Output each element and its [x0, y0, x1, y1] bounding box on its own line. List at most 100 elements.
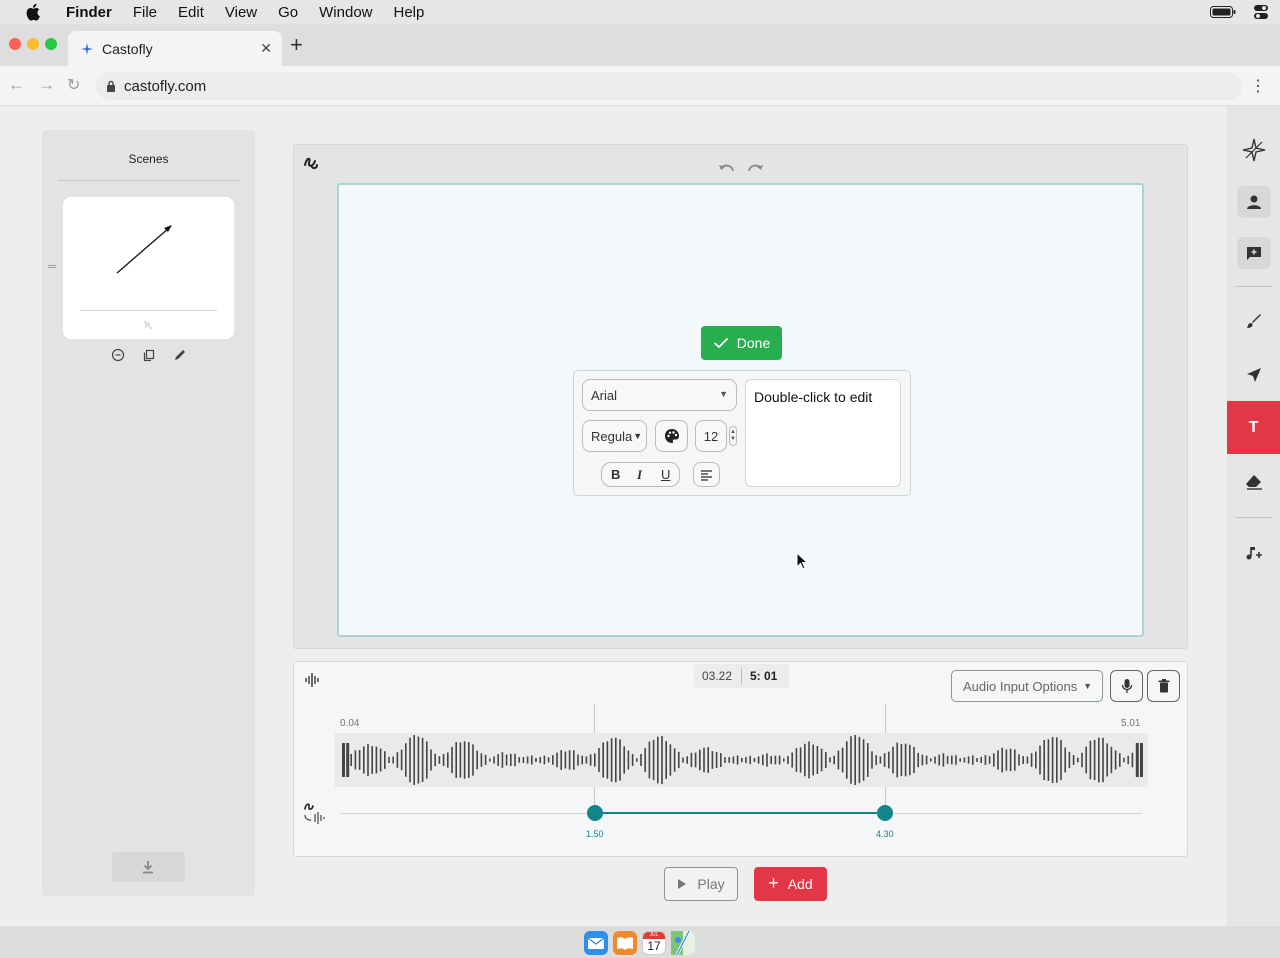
add-label: Add	[787, 876, 813, 892]
check-icon	[713, 337, 728, 349]
close-window-button[interactable]	[9, 38, 21, 50]
mac-dock: JUL 17	[0, 926, 1280, 958]
url-field[interactable]: castofly.com	[96, 72, 1242, 100]
font-weight-select[interactable]: Regula ▼	[582, 420, 647, 452]
tool-arrow[interactable]	[1227, 348, 1280, 401]
tool-pointer[interactable]	[1227, 123, 1280, 176]
scenes-divider	[58, 180, 240, 181]
menu-finder[interactable]: Finder	[66, 4, 112, 21]
maps-app-icon[interactable]	[671, 930, 695, 956]
mouse-cursor-icon	[796, 552, 809, 570]
tool-character[interactable]	[1227, 175, 1280, 228]
url-text: castofly.com	[124, 77, 207, 95]
text-format-panel: Arial ▼ Regula ▼ 12 ▲ ▼ B I U Double-clic…	[573, 370, 911, 496]
browser-tab[interactable]: Castofly ✕	[68, 31, 282, 66]
close-tab-icon[interactable]: ✕	[260, 40, 272, 57]
audio-panel: 03.22 5: 01 Audio Input Options ▼ 0.04 5…	[293, 661, 1188, 857]
tool-brush[interactable]	[1227, 294, 1280, 347]
castofly-favicon-icon	[81, 42, 93, 55]
underline-button[interactable]: U	[661, 467, 670, 482]
new-tab-icon[interactable]: +	[290, 34, 303, 56]
music-add-icon	[1246, 546, 1262, 559]
audio-input-options-select[interactable]: Audio Input Options ▼	[951, 670, 1103, 702]
tool-sidebar: T	[1227, 106, 1280, 926]
record-button[interactable]	[1110, 670, 1143, 702]
chevron-down-icon: ▼	[633, 431, 643, 441]
edit-scene-icon[interactable]	[173, 348, 187, 362]
font-family-select[interactable]: Arial ▼	[582, 379, 737, 411]
control-center-icon[interactable]	[1254, 5, 1268, 19]
redo-icon[interactable]	[746, 161, 764, 173]
scene-thumbnail[interactable]	[63, 197, 234, 339]
duplicate-scene-icon[interactable]	[142, 348, 156, 362]
books-app-icon[interactable]	[613, 931, 637, 955]
comment-add-icon	[1246, 246, 1261, 260]
tool-eraser[interactable]	[1227, 455, 1280, 508]
menu-file[interactable]: File	[133, 4, 157, 21]
minimize-window-button[interactable]	[27, 38, 39, 50]
plus-icon: +	[768, 872, 779, 893]
battery-icon[interactable]	[1210, 6, 1236, 18]
menu-view[interactable]: View	[225, 4, 257, 21]
toolbar-divider	[1235, 286, 1272, 287]
play-button[interactable]: Play	[664, 867, 738, 901]
text-tool-icon: T	[1248, 418, 1259, 436]
trim-end-handle[interactable]	[877, 805, 893, 821]
apple-icon[interactable]	[26, 3, 42, 21]
add-button[interactable]: + Add	[754, 867, 827, 901]
tool-speech-bubble[interactable]	[1227, 226, 1280, 279]
font-family-value: Arial	[591, 387, 618, 403]
tool-text[interactable]: T	[1227, 401, 1280, 454]
text-align-button[interactable]	[693, 462, 720, 487]
chevron-down-icon: ▼	[719, 389, 728, 399]
navigation-arrow-icon	[1246, 367, 1261, 382]
font-size-stepper[interactable]: ▲ ▼	[729, 426, 737, 446]
waveform-start-label: 0.04	[340, 718, 360, 729]
trim-range	[595, 812, 885, 814]
no-audio-icon	[143, 320, 153, 330]
menu-help[interactable]: Help	[394, 4, 425, 21]
time-display: 03.22 5: 01	[694, 664, 789, 688]
color-picker-button[interactable]	[655, 420, 688, 452]
undo-icon[interactable]	[718, 161, 736, 173]
brush-icon	[1246, 313, 1261, 328]
palette-icon	[664, 429, 679, 443]
done-button[interactable]: Done	[701, 326, 782, 360]
browser-menu-icon[interactable]: ⋮	[1250, 76, 1266, 96]
calendar-app-icon[interactable]: JUL 17	[642, 931, 666, 955]
drag-handle-icon[interactable]: ═	[48, 261, 56, 273]
forward-arrow-icon[interactable]: →	[38, 75, 55, 95]
menu-window[interactable]: Window	[319, 4, 372, 21]
scene-arrow-preview	[116, 225, 172, 274]
toolbar-divider	[1235, 517, 1272, 518]
text-edit-area[interactable]: Double-click to edit	[745, 379, 901, 487]
reload-icon[interactable]: ↻	[67, 75, 80, 95]
scenes-panel: Scenes ═	[42, 130, 255, 896]
menu-go[interactable]: Go	[278, 4, 298, 21]
browser-address-bar: ← → ↻ castofly.com ⋮	[0, 66, 1280, 106]
trim-start-handle[interactable]	[587, 805, 603, 821]
browser-tab-strip: Castofly ✕ +	[0, 24, 1280, 66]
font-size-input[interactable]: 12	[695, 420, 727, 452]
zoom-window-button[interactable]	[45, 38, 57, 50]
audio-input-options-label: Audio Input Options	[963, 678, 1078, 694]
audio-waveform[interactable]	[334, 733, 1148, 787]
trim-end-label: 4.30	[876, 829, 894, 839]
audio-sync-icon[interactable]	[303, 802, 327, 824]
play-label: Play	[697, 876, 725, 892]
delete-audio-button[interactable]	[1147, 670, 1180, 702]
scenes-title: Scenes	[128, 152, 169, 166]
person-icon	[1246, 195, 1261, 209]
mac-menu-bar: Finder File Edit View Go Window Help	[0, 0, 1280, 24]
back-arrow-icon[interactable]: ←	[8, 75, 25, 95]
bold-button[interactable]: B	[611, 467, 620, 482]
trash-icon	[1158, 679, 1169, 693]
menu-edit[interactable]: Edit	[178, 4, 204, 21]
tool-music[interactable]	[1227, 526, 1280, 579]
download-icon	[143, 861, 153, 874]
mail-app-icon[interactable]	[584, 931, 608, 955]
download-button[interactable]	[112, 852, 185, 882]
italic-button[interactable]: I	[637, 467, 642, 483]
done-label: Done	[736, 335, 771, 351]
remove-scene-icon[interactable]	[111, 348, 125, 362]
